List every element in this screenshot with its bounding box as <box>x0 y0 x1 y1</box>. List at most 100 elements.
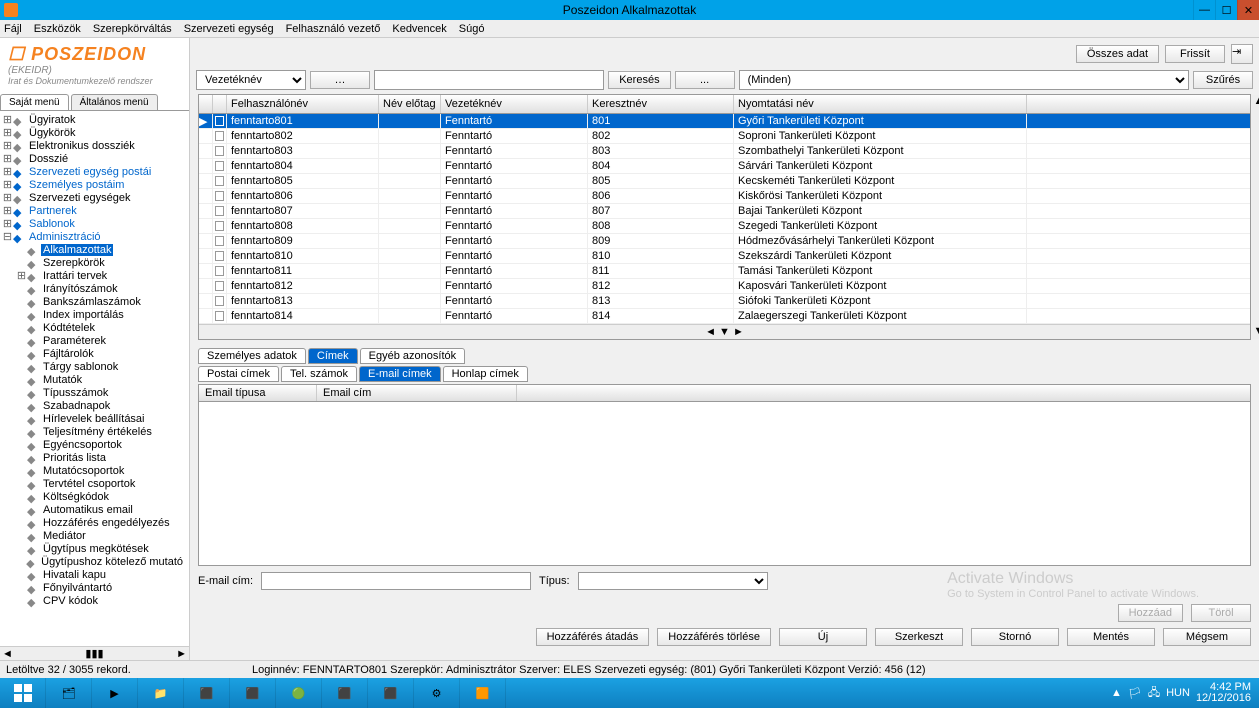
tree-item[interactable]: ⊞◆Dosszié <box>2 152 187 165</box>
save-button[interactable]: Mentés <box>1067 628 1155 646</box>
close-button[interactable]: ✕ <box>1237 0 1259 20</box>
scroll-up-icon[interactable]: ▲ <box>1252 95 1259 109</box>
tree-item[interactable]: ⊞◆Ügyiratok <box>2 113 187 126</box>
table-row[interactable]: fenntarto807Fenntartó807Bajai Tankerület… <box>199 204 1250 219</box>
search-button[interactable]: Keresés <box>608 71 670 89</box>
email-input[interactable] <box>261 572 531 590</box>
taskbar-folder-icon[interactable]: 📁 <box>138 678 184 708</box>
taskbar-explorer-icon[interactable]: 🗂 <box>46 678 92 708</box>
scroll-left-icon[interactable]: ◄ <box>2 648 13 660</box>
tree-item[interactable]: ◆Fájltárolók <box>2 347 187 360</box>
menu-help[interactable]: Súgó <box>459 23 485 35</box>
tab-own-menu[interactable]: Saját menü <box>0 94 69 110</box>
col-email-type[interactable]: Email típusa <box>199 385 317 401</box>
taskbar-app6-icon[interactable]: ⚙ <box>414 678 460 708</box>
nav-tree[interactable]: ⊞◆Ügyiratok⊞◆Ügykörök⊞◆Elektronikus doss… <box>0 111 189 646</box>
tree-item[interactable]: ◆Alkalmazottak <box>2 243 187 256</box>
tree-item[interactable]: ◆Hozzáférés engedélyezés <box>2 516 187 529</box>
table-row[interactable]: fenntarto813Fenntartó813Siófoki Tankerül… <box>199 294 1250 309</box>
tray-flag-icon[interactable]: 🏳 <box>1128 687 1142 700</box>
delete-access-button[interactable]: Hozzáférés törlése <box>657 628 771 646</box>
minimize-button[interactable]: — <box>1193 0 1215 20</box>
tree-item[interactable]: ◆Irányítószámok <box>2 282 187 295</box>
tab-addresses[interactable]: Címek <box>308 348 358 364</box>
filter-dots-button[interactable]: ... <box>675 71 735 89</box>
storno-button[interactable]: Stornó <box>971 628 1059 646</box>
tray-icon[interactable]: ▲ <box>1111 687 1122 699</box>
col-email-addr[interactable]: Email cím <box>317 385 517 401</box>
tree-item[interactable]: ◆Ügytípus megkötések <box>2 542 187 555</box>
taskbar-poszeidon-icon[interactable]: 🟧 <box>460 678 506 708</box>
grid-vscrollbar[interactable]: ▲ ▼ <box>1252 95 1259 339</box>
all-data-button[interactable]: Összes adat <box>1076 45 1159 63</box>
table-row[interactable]: fenntarto804Fenntartó804Sárvári Tankerül… <box>199 159 1250 174</box>
tree-item[interactable]: ◆Hivatali kapu <box>2 568 187 581</box>
tree-item[interactable]: ⊞◆Ügykörök <box>2 126 187 139</box>
pin-icon[interactable]: ⇥ <box>1231 44 1253 64</box>
tray-network-icon[interactable]: 🖧 <box>1148 684 1160 703</box>
table-row[interactable]: fenntarto809Fenntartó809Hódmezővásárhely… <box>199 234 1250 249</box>
tree-item[interactable]: ⊞◆Szervezeti egység postái <box>2 165 187 178</box>
tab-other-ids[interactable]: Egyéb azonosítók <box>360 348 465 364</box>
menu-role[interactable]: Szerepkörváltás <box>93 23 172 35</box>
search-ellipsis-button[interactable]: … <box>310 71 370 89</box>
tree-item[interactable]: ⊞◆Partnerek <box>2 204 187 217</box>
tree-item[interactable]: ◆Mutatók <box>2 373 187 386</box>
cancel-button[interactable]: Mégsem <box>1163 628 1251 646</box>
type-select[interactable] <box>578 572 768 590</box>
table-row[interactable]: fenntarto806Fenntartó806Kiskőrösi Tanker… <box>199 189 1250 204</box>
tree-item[interactable]: ◆Paraméterek <box>2 334 187 347</box>
tree-item[interactable]: ◆Költségkódok <box>2 490 187 503</box>
tree-item[interactable]: ◆Típusszámok <box>2 386 187 399</box>
grid-navigator[interactable]: ◄ ▼ ► <box>199 324 1250 339</box>
tree-item[interactable]: ◆Főnyilvántartó <box>2 581 187 594</box>
tree-item[interactable]: ⊟◆Adminisztráció <box>2 230 187 243</box>
handover-button[interactable]: Hozzáférés átadás <box>536 628 650 646</box>
tree-item[interactable]: ◆Index importálás <box>2 308 187 321</box>
add-button[interactable]: Hozzáad <box>1118 604 1183 622</box>
tree-item[interactable]: ◆Prioritás lista <box>2 451 187 464</box>
table-row[interactable]: fenntarto810Fenntartó810Szekszárdi Tanke… <box>199 249 1250 264</box>
col-firstname[interactable]: Keresztnév <box>588 95 734 113</box>
delete-button[interactable]: Töröl <box>1191 604 1251 622</box>
tree-item[interactable]: ⊞◆Szervezeti egységek <box>2 191 187 204</box>
table-row[interactable]: ▶fenntarto801Fenntartó801Győri Tankerüle… <box>199 114 1250 129</box>
tree-item[interactable]: ◆Automatikus email <box>2 503 187 516</box>
menu-file[interactable]: Fájl <box>4 23 22 35</box>
filter-button[interactable]: Szűrés <box>1193 71 1253 89</box>
menu-fav[interactable]: Kedvencek <box>392 23 446 35</box>
table-row[interactable]: fenntarto805Fenntartó805Kecskeméti Tanke… <box>199 174 1250 189</box>
tree-item[interactable]: ◆CPV kódok <box>2 594 187 607</box>
tab-web[interactable]: Honlap címek <box>443 366 528 382</box>
col-lastname[interactable]: Vezetéknév <box>441 95 588 113</box>
tree-item[interactable]: ◆Mediátor <box>2 529 187 542</box>
table-row[interactable]: fenntarto812Fenntartó812Kaposvári Tanker… <box>199 279 1250 294</box>
taskbar-clock[interactable]: 4:42 PM 12/12/2016 <box>1196 682 1251 704</box>
sidebar-hscroll[interactable]: ◄ ▮▮▮ ► <box>0 646 189 660</box>
tree-item[interactable]: ◆Ügytípushoz kötelező mutató <box>2 555 187 568</box>
tree-item[interactable]: ◆Szerepkörök <box>2 256 187 269</box>
tree-item[interactable]: ◆Teljesítmény értékelés <box>2 425 187 438</box>
start-button[interactable] <box>0 678 46 708</box>
tree-item[interactable]: ⊞◆Irattári tervek <box>2 269 187 282</box>
maximize-button[interactable]: ☐ <box>1215 0 1237 20</box>
tab-personal[interactable]: Személyes adatok <box>198 348 306 364</box>
new-button[interactable]: Új <box>779 628 867 646</box>
tree-item[interactable]: ⊞◆Személyes postáim <box>2 178 187 191</box>
menu-orgunit[interactable]: Szervezeti egység <box>184 23 274 35</box>
menu-userlead[interactable]: Felhasználó vezető <box>286 23 381 35</box>
taskbar-powershell-icon[interactable]: ▶ <box>92 678 138 708</box>
scroll-right-icon[interactable]: ► <box>176 648 187 660</box>
table-row[interactable]: fenntarto811Fenntartó811Tamási Tankerüle… <box>199 264 1250 279</box>
filter-select[interactable]: (Minden) <box>739 70 1189 90</box>
tab-postal[interactable]: Postai címek <box>198 366 279 382</box>
table-row[interactable]: fenntarto802Fenntartó802Soproni Tankerül… <box>199 129 1250 144</box>
taskbar-app3-icon[interactable]: 🟢 <box>276 678 322 708</box>
col-prefix[interactable]: Név előtag <box>379 95 441 113</box>
tree-item[interactable]: ◆Tervtétel csoportok <box>2 477 187 490</box>
tree-item[interactable]: ◆Kódtételek <box>2 321 187 334</box>
search-field-select[interactable]: Vezetéknév <box>196 70 306 90</box>
tab-phone[interactable]: Tel. számok <box>281 366 357 382</box>
scroll-down-icon[interactable]: ▼ <box>1252 325 1259 339</box>
tree-item[interactable]: ◆Bankszámlaszámok <box>2 295 187 308</box>
